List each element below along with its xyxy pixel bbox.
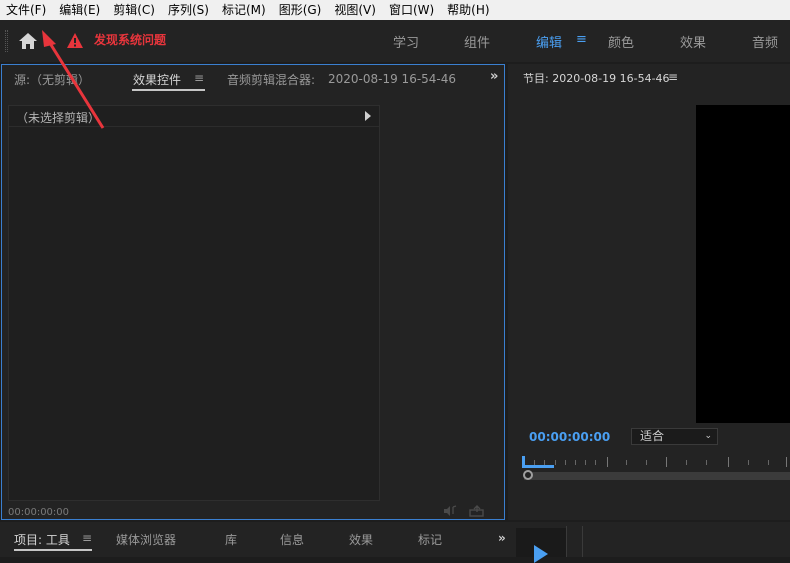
panel-overflow-icon[interactable]: »	[490, 69, 498, 84]
selection-tool-icon[interactable]	[534, 545, 548, 563]
active-tab-underline	[132, 89, 205, 91]
ruler-tick	[585, 460, 586, 465]
menu-view[interactable]: 视图(V)	[328, 0, 383, 20]
ruler-tick	[626, 460, 627, 465]
tab-media-browser[interactable]: 媒体浏览器	[116, 531, 176, 548]
fit-zoom-value: 适合	[640, 429, 665, 443]
ruler-tick	[534, 460, 535, 465]
workspace-tab-assembly[interactable]: 组件	[464, 32, 490, 51]
workspace-bar: 发现系统问题 学习 组件 编辑 ≡ 颜色 效果 音频	[0, 20, 790, 62]
bottom-overflow-icon[interactable]: »	[498, 531, 506, 545]
program-monitor-panel: 节目: 2020-08-19 16-54-46 ≡ 00:00:00:00 适合…	[508, 64, 790, 520]
tab-effect-controls[interactable]: 效果控件	[133, 71, 181, 88]
ruler-tick	[706, 460, 707, 465]
ruler-major-tick	[728, 457, 729, 467]
program-monitor-title[interactable]: 节目: 2020-08-19 16-54-46	[523, 70, 670, 86]
drag-grip[interactable]	[5, 30, 8, 52]
workspace-tab-audio[interactable]: 音频	[752, 32, 778, 51]
panel-tabs: 源:（无剪辑） 效果控件 ≡ 音频剪辑混合器: 2020-08-19 16-54…	[2, 65, 504, 93]
effect-controls-content: （未选择剪辑）	[8, 105, 380, 501]
ruler-tick	[565, 460, 566, 465]
workspace-tab-learn[interactable]: 学习	[393, 32, 419, 51]
program-zoom-scrollbar[interactable]	[524, 472, 790, 480]
active-tab-underline	[14, 549, 92, 551]
project-menu-icon[interactable]: ≡	[82, 531, 92, 545]
system-issue-warning[interactable]: 发现系统问题	[94, 31, 166, 48]
tab-effects[interactable]: 效果	[349, 531, 373, 548]
ruler-tick	[768, 460, 769, 465]
menu-help[interactable]: 帮助(H)	[441, 0, 496, 20]
no-clip-selected-label: （未选择剪辑）	[16, 111, 101, 125]
effect-controls-timecode[interactable]: 00:00:00:00	[8, 507, 69, 518]
program-time-ruler[interactable]	[522, 456, 790, 470]
panel-divider	[582, 526, 583, 557]
tab-project[interactable]: 项目: 工具	[14, 531, 70, 548]
ruler-tick	[544, 460, 545, 465]
ruler-tick	[686, 460, 687, 465]
menu-sequence[interactable]: 序列(S)	[162, 0, 216, 20]
home-icon[interactable]	[17, 31, 39, 51]
tab-libraries[interactable]: 库	[225, 531, 237, 548]
ruler-major-tick	[786, 457, 787, 467]
warning-icon[interactable]	[66, 32, 84, 49]
ruler-major-tick	[607, 457, 608, 467]
expand-triangle-icon[interactable]	[365, 111, 371, 121]
effect-controls-panel: 源:（无剪辑） 效果控件 ≡ 音频剪辑混合器: 2020-08-19 16-54…	[1, 64, 505, 520]
tab-source[interactable]: 源:（无剪辑）	[14, 71, 90, 88]
chevron-down-icon: ⌄	[704, 431, 712, 441]
tab-info[interactable]: 信息	[280, 531, 304, 548]
menu-edit[interactable]: 编辑(E)	[53, 0, 107, 20]
scrollbar-handle[interactable]	[523, 470, 533, 480]
ruler-tick	[555, 460, 556, 465]
menu-clip[interactable]: 剪辑(C)	[107, 0, 162, 20]
program-monitor-menu-icon[interactable]: ≡	[668, 70, 678, 84]
menu-bar: 文件(F) 编辑(E) 剪辑(C) 序列(S) 标记(M) 图形(G) 视图(V…	[0, 0, 790, 20]
ruler-major-tick	[666, 457, 667, 467]
menu-window[interactable]: 窗口(W)	[383, 0, 441, 20]
program-timecode[interactable]: 00:00:00:00	[529, 430, 610, 444]
export-frame-icon[interactable]	[469, 505, 485, 517]
ruler-tick	[646, 460, 647, 465]
effect-controls-menu-icon[interactable]: ≡	[194, 71, 204, 85]
menu-graphics[interactable]: 图形(G)	[273, 0, 329, 20]
audio-toggle-icon[interactable]	[443, 505, 457, 517]
panel-divider	[566, 526, 567, 557]
ruler-tick	[748, 460, 749, 465]
tab-audio-clip-mixer-date[interactable]: 2020-08-19 16-54-46	[328, 72, 456, 86]
workspace-menu-icon[interactable]: ≡	[576, 32, 587, 47]
program-video-frame[interactable]	[696, 105, 790, 423]
tab-markers[interactable]: 标记	[418, 531, 442, 548]
tab-audio-clip-mixer[interactable]: 音频剪辑混合器:	[227, 71, 315, 88]
menu-marker[interactable]: 标记(M)	[216, 0, 273, 20]
clip-header: （未选择剪辑）	[9, 106, 379, 127]
ruler-tick	[595, 460, 596, 465]
workspace-tab-editing[interactable]: 编辑	[536, 32, 562, 51]
ruler-tick	[575, 460, 576, 465]
workspace-tab-color[interactable]: 颜色	[608, 32, 634, 51]
project-panel-tabs: 项目: 工具 ≡ 媒体浏览器 库 信息 效果 标记 »	[0, 522, 790, 557]
playhead-range-bar	[522, 465, 554, 468]
workspace-tab-effects[interactable]: 效果	[680, 32, 706, 51]
menu-file[interactable]: 文件(F)	[0, 0, 53, 20]
fit-zoom-select[interactable]: 适合 ⌄	[631, 428, 718, 445]
